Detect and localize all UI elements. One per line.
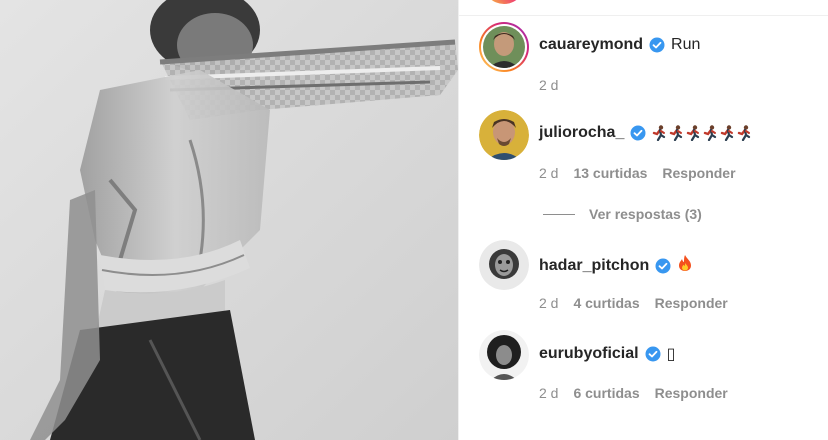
post-photo	[0, 0, 458, 440]
comment-likes[interactable]: 13 curtidas	[573, 165, 647, 181]
comment-time[interactable]: 2 d	[539, 385, 558, 401]
avatar[interactable]	[479, 22, 529, 72]
comment-item: cauareymond Run 2 d	[479, 22, 819, 112]
comment-likes[interactable]: 4 curtidas	[573, 295, 639, 311]
avatar[interactable]	[479, 330, 529, 380]
running-person-icon	[703, 125, 718, 142]
verified-badge-icon	[630, 125, 646, 141]
comment-time[interactable]: 2 d	[539, 295, 558, 311]
reply-button[interactable]: Responder	[662, 165, 735, 181]
comment-username[interactable]: juliorocha_	[539, 124, 624, 142]
running-person-icon	[720, 125, 735, 142]
comment-username[interactable]: hadar_pitchon	[539, 257, 649, 275]
comment-username[interactable]: cauareymond	[539, 36, 643, 54]
running-person-icon	[669, 125, 684, 142]
author-avatar-partial[interactable]	[483, 0, 525, 4]
comment-text: Run	[671, 36, 701, 53]
comment-item: hadar_pitchon 2 d 4 curtidas Responder	[479, 240, 819, 330]
comment-time[interactable]: 2 d	[539, 77, 558, 93]
view-replies-label: Ver respostas (3)	[589, 206, 702, 222]
running-person-icon	[737, 125, 752, 142]
avatar[interactable]	[479, 240, 529, 290]
comment-item: eurubyoficial ▯ 2 d 6 curtidas Responder	[479, 330, 819, 420]
verified-badge-icon	[649, 37, 665, 53]
view-replies-rule	[543, 213, 575, 215]
running-person-icon	[686, 125, 701, 142]
comments-panel: cauareymond Run 2 d juliorocha_ 2 d 13 c…	[459, 0, 828, 440]
running-person-icon	[652, 125, 667, 142]
verified-badge-icon	[655, 258, 671, 274]
reply-button[interactable]: Responder	[655, 385, 728, 401]
fire-icon	[677, 254, 693, 277]
running-emoji-group	[652, 125, 752, 142]
reply-button[interactable]: Responder	[655, 295, 728, 311]
comment-time[interactable]: 2 d	[539, 165, 558, 181]
comment-text: ▯	[666, 346, 676, 363]
comment-username[interactable]: eurubyoficial	[539, 345, 639, 363]
avatar[interactable]	[479, 110, 529, 160]
verified-badge-icon	[645, 346, 661, 362]
view-replies-button[interactable]: Ver respostas (3)	[543, 206, 702, 222]
comment-likes[interactable]: 6 curtidas	[573, 385, 639, 401]
comment-item: juliorocha_ 2 d 13 curtidas Responder	[479, 110, 819, 200]
header-divider	[459, 15, 828, 16]
